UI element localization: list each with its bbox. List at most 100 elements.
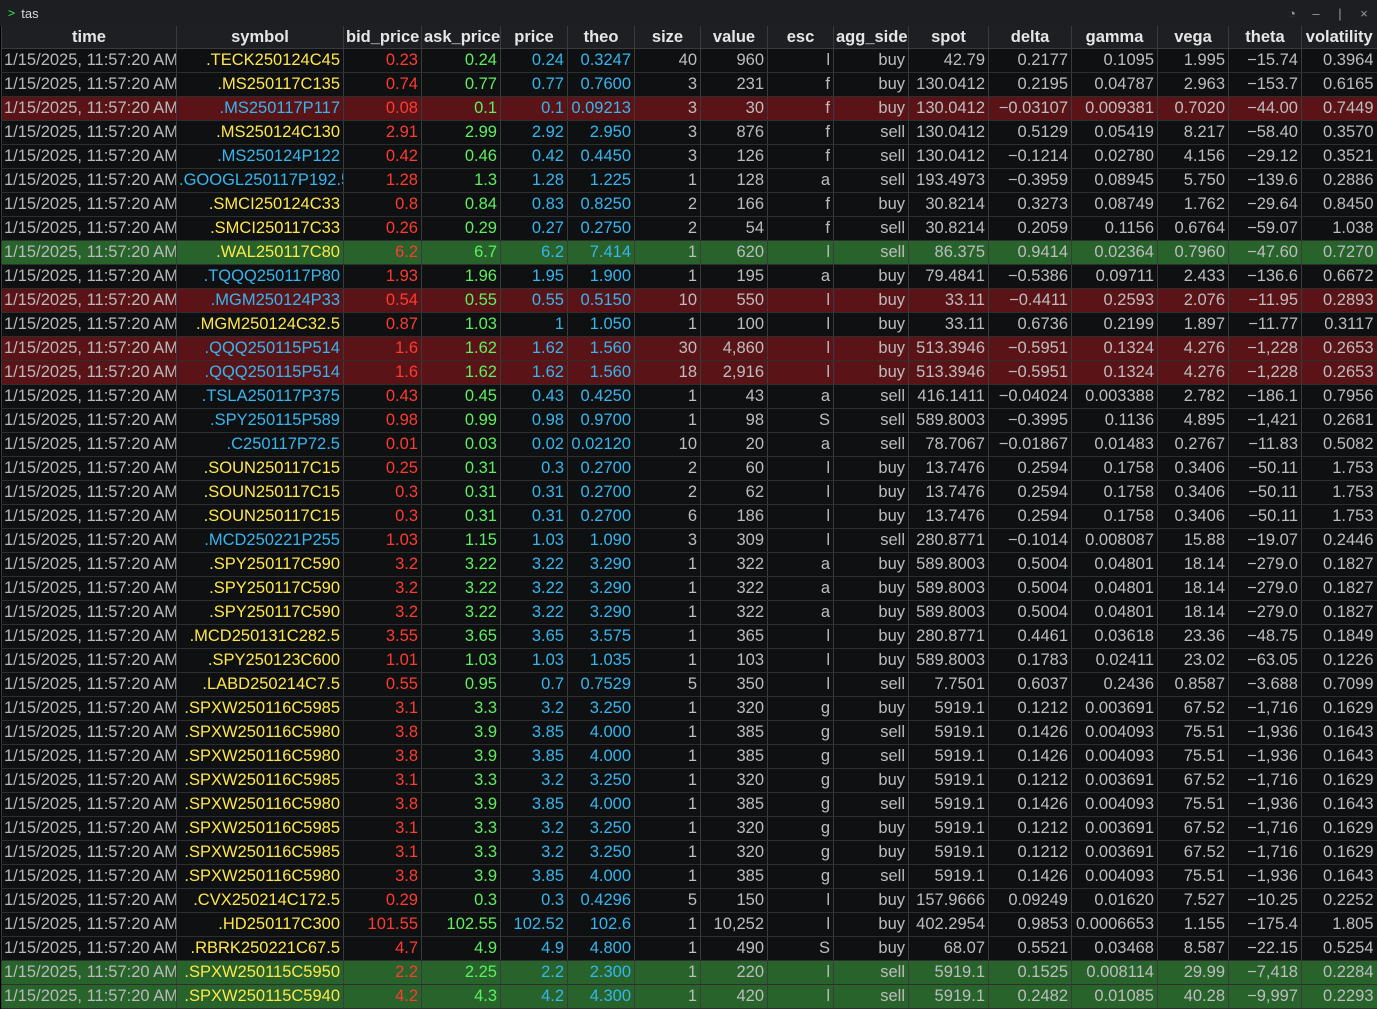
cell-delta: 0.1783	[988, 648, 1072, 673]
column-header-volatility[interactable]: volatility	[1301, 26, 1377, 49]
cell-delta: −0.1214	[988, 144, 1072, 169]
table-row[interactable]: 1/15/2025, 11:57:20 AM .RBRK250221C67.5 4.…	[1, 936, 1377, 961]
column-header-size[interactable]: size	[634, 26, 701, 49]
table-row[interactable]: 1/15/2025, 11:57:20 AM .SPXW250115C5940 4.…	[1, 984, 1377, 1009]
column-header-symbol[interactable]: symbol	[176, 26, 344, 49]
restore-icon[interactable]: |	[1333, 6, 1347, 21]
column-header-theo[interactable]: theo	[567, 26, 635, 49]
cell-time: 1/15/2025, 11:57:20 AM	[1, 768, 177, 793]
table-row[interactable]: 1/15/2025, 11:57:20 AM .MGM250124P33 0.54 0…	[1, 288, 1377, 313]
table-row[interactable]: 1/15/2025, 11:57:20 AM .CVX250214C172.5 0.…	[1, 888, 1377, 913]
cell-size: 1	[634, 384, 701, 409]
cell-size: 3	[634, 96, 701, 121]
cell-gamma: 0.02364	[1071, 240, 1158, 265]
table-row[interactable]: 1/15/2025, 11:57:20 AM .QQQ250115P514 1.6 1…	[1, 360, 1377, 385]
column-header-price[interactable]: price	[500, 26, 568, 49]
table-row[interactable]: 1/15/2025, 11:57:20 AM .TSLA250117P375 0.4…	[1, 384, 1377, 409]
cell-time: 1/15/2025, 11:57:20 AM	[1, 672, 177, 697]
table-row[interactable]: 1/15/2025, 11:57:20 AM .MS250117C135 0.74 0…	[1, 72, 1377, 97]
column-header-gamma[interactable]: gamma	[1071, 26, 1158, 49]
table-row[interactable]: 1/15/2025, 11:57:20 AM .SPY250117C590 3.2 3…	[1, 576, 1377, 601]
table-row[interactable]: 1/15/2025, 11:57:20 AM .MCD250221P255 1.03…	[1, 528, 1377, 553]
cell-gamma: 0.03618	[1071, 624, 1158, 649]
close-icon[interactable]: ×	[1357, 6, 1371, 21]
cell-bid-price: 2.2	[343, 960, 422, 985]
cell-theta: −1,936	[1228, 744, 1302, 769]
column-header-delta[interactable]: delta	[988, 26, 1072, 49]
cell-size: 30	[634, 336, 701, 361]
table-row[interactable]: 1/15/2025, 11:57:20 AM .SOUN250117C15 0.25…	[1, 456, 1377, 481]
table-row[interactable]: 1/15/2025, 11:57:20 AM .SOUN250117C15 0.3 0…	[1, 480, 1377, 505]
table-row[interactable]: 1/15/2025, 11:57:20 AM .LABD250214C7.5 0.5…	[1, 672, 1377, 697]
cell-price: 3.22	[500, 600, 568, 625]
table-row[interactable]: 1/15/2025, 11:57:20 AM .MS250117P117 0.08 0…	[1, 96, 1377, 121]
table-row[interactable]: 1/15/2025, 11:57:20 AM .MCD250131C282.5 3.…	[1, 624, 1377, 649]
table-row[interactable]: 1/15/2025, 11:57:20 AM .SPXW250116C5980 3.…	[1, 744, 1377, 769]
table-row[interactable]: 1/15/2025, 11:57:20 AM .SPY250117C590 3.2 3…	[1, 600, 1377, 625]
table-row[interactable]: 1/15/2025, 11:57:20 AM .SPXW250116C5985 3.…	[1, 840, 1377, 865]
cell-gamma: 0.004093	[1071, 720, 1158, 745]
minimize-icon[interactable]: –	[1309, 6, 1323, 21]
table-row[interactable]: 1/15/2025, 11:57:20 AM .SPXW250116C5985 3.…	[1, 816, 1377, 841]
cell-delta: 0.1212	[988, 816, 1072, 841]
column-header-bid-price[interactable]: bid_price	[343, 26, 422, 49]
table-row[interactable]: 1/15/2025, 11:57:20 AM .SPY250115P589 0.98…	[1, 408, 1377, 433]
cell-bid-price: 1.03	[343, 528, 422, 553]
cell-size: 1	[634, 240, 701, 265]
table-row[interactable]: 1/15/2025, 11:57:20 AM .MS250124C130 2.91 2…	[1, 120, 1377, 145]
cell-price: 4.9	[500, 936, 568, 961]
cell-volatility: 0.1827	[1301, 576, 1377, 601]
column-header-spot[interactable]: spot	[908, 26, 989, 49]
cell-volatility: 1.805	[1301, 912, 1377, 937]
column-header-value[interactable]: value	[700, 26, 768, 49]
column-header-vega[interactable]: vega	[1157, 26, 1229, 49]
settings-icon[interactable]: ◔	[1285, 6, 1299, 21]
cell-theo: 0.4296	[567, 888, 635, 913]
table-row[interactable]: 1/15/2025, 11:57:20 AM .SPXW250116C5985 3.…	[1, 768, 1377, 793]
table-row[interactable]: 1/15/2025, 11:57:20 AM .SMCI250117C33 0.26…	[1, 216, 1377, 241]
cell-gamma: 0.09711	[1071, 264, 1158, 289]
cell-ask-price: 1.03	[421, 312, 501, 337]
cell-volatility: 0.1849	[1301, 624, 1377, 649]
table-row[interactable]: 1/15/2025, 11:57:20 AM .TQQQ250117P80 1.93…	[1, 264, 1377, 289]
cell-ask-price: 0.29	[421, 216, 501, 241]
cell-spot: 589.8003	[908, 576, 989, 601]
column-header-time[interactable]: time	[1, 26, 177, 49]
cell-size: 3	[634, 72, 701, 97]
cell-esc: l	[767, 984, 834, 1009]
cell-value: 620	[700, 240, 768, 265]
table-row[interactable]: 1/15/2025, 11:57:20 AM .SPXW250116C5980 3.…	[1, 720, 1377, 745]
table-row[interactable]: 1/15/2025, 11:57:20 AM .MGM250124C32.5 0.8…	[1, 312, 1377, 337]
cell-vega: 4.276	[1157, 360, 1229, 385]
cell-time: 1/15/2025, 11:57:20 AM	[1, 216, 177, 241]
table-row[interactable]: 1/15/2025, 11:57:20 AM .WAL250117C80 6.2 6.…	[1, 240, 1377, 265]
column-header-theta[interactable]: theta	[1228, 26, 1302, 49]
table-row[interactable]: 1/15/2025, 11:57:20 AM .SPXW250116C5985 3.…	[1, 696, 1377, 721]
table-row[interactable]: 1/15/2025, 11:57:20 AM .MS250124P122 0.42 0…	[1, 144, 1377, 169]
table-row[interactable]: 1/15/2025, 11:57:20 AM .SMCI250124C33 0.8 0…	[1, 192, 1377, 217]
cell-delta: 0.5004	[988, 576, 1072, 601]
column-header-esc[interactable]: esc	[767, 26, 834, 49]
table-row[interactable]: 1/15/2025, 11:57:20 AM .HD250117C300 101.5…	[1, 912, 1377, 937]
table-row[interactable]: 1/15/2025, 11:57:20 AM .C250117P72.5 0.01 0…	[1, 432, 1377, 457]
table-row[interactable]: 1/15/2025, 11:57:20 AM .SOUN250117C15 0.3 0…	[1, 504, 1377, 529]
column-header-agg-side[interactable]: agg_side	[833, 26, 909, 49]
cell-bid-price: 0.87	[343, 312, 422, 337]
table-row[interactable]: 1/15/2025, 11:57:20 AM .SPY250117C590 3.2 3…	[1, 552, 1377, 577]
table-row[interactable]: 1/15/2025, 11:57:20 AM .SPXW250116C5980 3.…	[1, 792, 1377, 817]
cell-value: 231	[700, 72, 768, 97]
column-header-ask-price[interactable]: ask_price	[421, 26, 501, 49]
cell-vega: 75.51	[1157, 864, 1229, 889]
cell-agg-side: buy	[833, 312, 909, 337]
cell-volatility: 0.1827	[1301, 600, 1377, 625]
table-row[interactable]: 1/15/2025, 11:57:20 AM .GOOGL250117P192.5…	[1, 168, 1377, 193]
table-row[interactable]: 1/15/2025, 11:57:20 AM .SPY250123C600 1.01…	[1, 648, 1377, 673]
table-row[interactable]: 1/15/2025, 11:57:20 AM .SPXW250116C5980 3.…	[1, 864, 1377, 889]
cell-volatility: 0.1643	[1301, 744, 1377, 769]
table-row[interactable]: 1/15/2025, 11:57:20 AM .TECK250124C45 0.23…	[1, 48, 1377, 73]
cell-size: 1	[634, 648, 701, 673]
cell-theo: 4.000	[567, 720, 635, 745]
cell-vega: 2.433	[1157, 264, 1229, 289]
table-row[interactable]: 1/15/2025, 11:57:20 AM .SPXW250115C5950 2.…	[1, 960, 1377, 985]
table-row[interactable]: 1/15/2025, 11:57:20 AM .QQQ250115P514 1.6 1…	[1, 336, 1377, 361]
